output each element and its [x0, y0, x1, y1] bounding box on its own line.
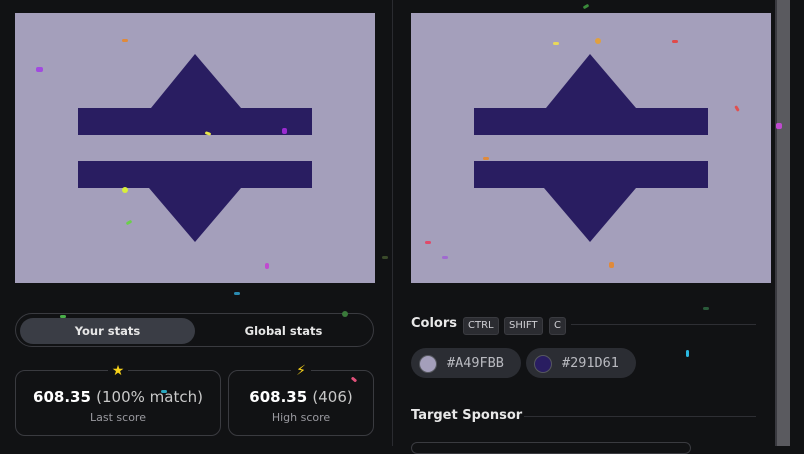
- confetti-piece: [282, 128, 287, 134]
- color-hex: #A49FBB: [447, 355, 504, 371]
- confetti-piece: [553, 42, 559, 45]
- high-score-detail: (406): [312, 388, 353, 406]
- stats-tabs: Your stats Global stats: [15, 313, 374, 347]
- target-canvas: [411, 13, 771, 283]
- colors-divider: [571, 324, 756, 325]
- panel-divider: [392, 0, 393, 446]
- confetti-piece: [342, 311, 348, 317]
- color-dot: [419, 355, 437, 373]
- last-score-detail: (100% match): [96, 388, 203, 406]
- color-swatch-2[interactable]: #291D61: [526, 348, 636, 378]
- high-score-value: 608.35 (406): [229, 388, 373, 406]
- tab-global-stats[interactable]: Global stats: [196, 318, 371, 344]
- target-sponsor-heading: Target Sponsor: [411, 408, 523, 423]
- target-flag-shape: [474, 54, 708, 242]
- confetti-piece: [425, 241, 431, 244]
- last-score-value: 608.35 (100% match): [16, 388, 220, 406]
- confetti-piece: [776, 123, 782, 129]
- confetti-piece: [442, 256, 448, 259]
- confetti-piece: [686, 350, 689, 357]
- confetti-piece: [609, 262, 614, 268]
- confetti-piece: [595, 38, 601, 44]
- sponsor-divider: [524, 416, 756, 417]
- color-hex: #291D61: [562, 355, 619, 371]
- last-score-card: ★ 608.35 (100% match) Last score: [15, 362, 221, 436]
- sponsor-box: [411, 442, 691, 454]
- tab-your-stats[interactable]: Your stats: [20, 318, 195, 344]
- confetti-piece: [234, 292, 240, 295]
- confetti-piece: [161, 390, 167, 393]
- confetti-piece: [60, 315, 66, 318]
- colors-heading: Colors: [411, 316, 458, 331]
- confetti-piece: [483, 157, 489, 160]
- lightning-icon: ⚡: [291, 362, 311, 380]
- scrollbar[interactable]: [775, 0, 790, 446]
- star-icon: ★: [108, 362, 128, 380]
- high-score-number: 608.35: [249, 388, 308, 406]
- last-score-number: 608.35: [33, 388, 91, 406]
- confetti-piece: [672, 40, 678, 43]
- color-dot: [534, 355, 552, 373]
- confetti-piece: [265, 263, 269, 269]
- confetti-piece: [582, 3, 590, 10]
- color-swatch-1[interactable]: #A49FBB: [411, 348, 521, 378]
- confetti-piece: [122, 187, 128, 193]
- shortcut-key-ctrl: CTRL: [463, 317, 499, 335]
- your-canvas[interactable]: [15, 13, 375, 283]
- shortcut-key-c: C: [549, 317, 566, 335]
- confetti-piece: [703, 307, 709, 310]
- high-score-label: High score: [271, 411, 331, 424]
- last-score-label: Last score: [90, 411, 146, 424]
- confetti-piece: [382, 256, 388, 259]
- shortcut-key-shift: SHIFT: [504, 317, 543, 335]
- your-flag-shape: [78, 54, 312, 242]
- confetti-piece: [36, 67, 43, 72]
- confetti-piece: [122, 39, 128, 42]
